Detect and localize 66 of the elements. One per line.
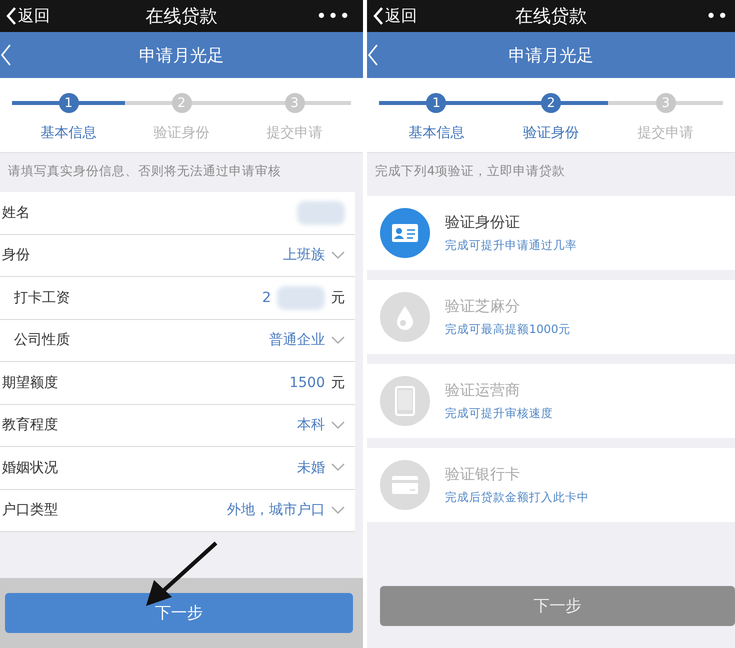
field-value: 上班族	[283, 246, 325, 264]
field-label: 期望额度	[2, 374, 58, 392]
unit-label: 元	[331, 288, 345, 307]
form-row[interactable]: 婚姻状况 未婚	[0, 447, 355, 490]
step-label: 验证身份	[522, 124, 579, 142]
step-number: 1	[426, 93, 446, 113]
chevron-down-icon	[331, 420, 345, 430]
form-row[interactable]: 期望额度 1500 元	[0, 362, 355, 404]
back-button[interactable]: 返回	[373, 6, 417, 26]
redacted-value	[297, 200, 345, 225]
field-value: 本科	[297, 416, 325, 434]
field-label: 打卡工资	[14, 288, 70, 307]
verification-item[interactable]: 验证银行卡 完成后贷款金额打入此卡中	[367, 448, 735, 522]
page-title: 申请月光足	[508, 44, 594, 66]
back-icon	[6, 7, 16, 25]
form-row[interactable]: 打卡工资 2 元	[0, 277, 355, 320]
more-button[interactable]: ••	[706, 6, 729, 26]
chevron-down-icon	[331, 250, 345, 260]
field-label: 户口类型	[2, 501, 58, 520]
next-button[interactable]: 下一步	[5, 593, 353, 633]
item-subtitle: 完成可提升申请通过几率	[445, 238, 577, 253]
more-button[interactable]: •••	[310, 6, 357, 26]
form-row[interactable]: 教育程度 本科	[0, 404, 355, 447]
item-subtitle: 完成可最高提额1000元	[445, 322, 570, 337]
back-icon[interactable]	[0, 44, 12, 66]
verification-item[interactable]: 验证运营商 完成可提升审核速度	[367, 364, 735, 438]
field-label: 婚姻状况	[2, 458, 58, 477]
step-label: 提交申请	[638, 124, 694, 142]
notice-text: 完成下列4项验证，立即申请贷款	[367, 152, 735, 192]
form-row[interactable]: 姓名	[0, 192, 355, 234]
chevron-down-icon	[331, 463, 345, 472]
field-value: 未婚	[297, 458, 325, 477]
verification-item[interactable]: 验证身份证 完成可提升申请通过几率	[367, 196, 735, 270]
field-label: 身份	[2, 246, 30, 264]
field-label: 教育程度	[2, 416, 58, 434]
verification-item[interactable]: 验证芝麻分 完成可最高提额1000元	[367, 280, 735, 354]
form-row[interactable]: 公司性质 普通企业	[0, 320, 355, 362]
field-value: 外地，城市户口	[227, 501, 325, 520]
field-label: 姓名	[2, 204, 30, 222]
step-label: 验证身份	[154, 124, 210, 142]
chevron-down-icon	[331, 336, 345, 345]
chevron-down-icon	[331, 506, 345, 515]
field-label: 公司性质	[14, 331, 70, 350]
item-title: 验证身份证	[445, 213, 521, 232]
form-row[interactable]: 户口类型 外地，城市户口	[0, 490, 355, 532]
unit-label: 元	[331, 374, 345, 392]
back-icon	[373, 7, 383, 25]
window-title: 在线贷款	[146, 5, 218, 28]
field-value: 普通企业	[269, 331, 325, 350]
step-number: 2	[540, 93, 561, 113]
step-label: 基本信息	[40, 124, 96, 142]
form-row[interactable]: 身份 上班族	[0, 234, 355, 277]
item-title: 验证银行卡	[445, 465, 521, 484]
field-value: 1500	[289, 374, 325, 391]
step-label: 基本信息	[408, 124, 464, 142]
step-number: 1	[58, 93, 78, 113]
field-value: 2	[262, 290, 271, 306]
back-icon[interactable]	[367, 44, 379, 66]
window-title: 在线贷款	[515, 5, 587, 28]
item-title: 验证运营商	[445, 381, 521, 400]
item-subtitle: 完成可提升审核速度	[445, 406, 553, 421]
item-subtitle: 完成后贷款金额打入此卡中	[445, 490, 589, 505]
back-button[interactable]: 返回	[6, 6, 50, 26]
page-title: 申请月光足	[139, 44, 224, 66]
item-title: 验证芝麻分	[445, 297, 521, 316]
step-label: 提交申请	[266, 124, 322, 142]
